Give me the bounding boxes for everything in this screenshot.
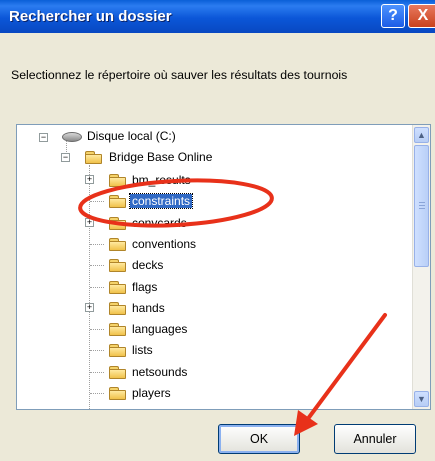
annotation-overlay bbox=[78, 178, 387, 436]
highlight-ellipse bbox=[78, 178, 274, 228]
annotation-arrow-head bbox=[294, 410, 318, 436]
annotation-arrow-shaft bbox=[305, 313, 387, 422]
